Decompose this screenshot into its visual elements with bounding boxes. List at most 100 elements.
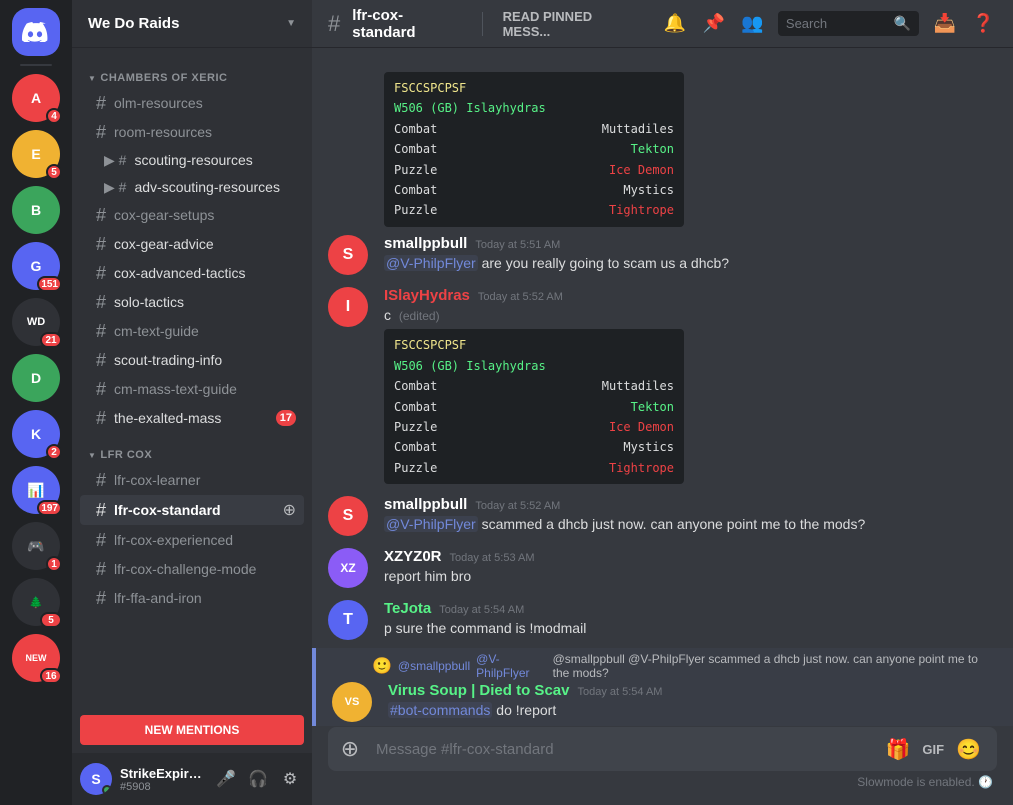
avatar-3: S bbox=[328, 496, 368, 536]
channel-olm-resources[interactable]: # olm-resources bbox=[80, 89, 304, 117]
message-group-2: I ISlayHydras Today at 5:52 AM c (edited… bbox=[312, 283, 1013, 488]
members-icon[interactable]: 👥 bbox=[739, 10, 766, 38]
reply-mention-smallpp[interactable]: @smallppbull bbox=[398, 659, 470, 673]
server-icon-9[interactable]: 🎮 1 bbox=[12, 522, 60, 570]
channel-solo-tactics[interactable]: # solo-tactics bbox=[80, 288, 304, 316]
message-time-2: Today at 5:52 AM bbox=[478, 291, 563, 303]
message-author-4: XZYZ0R bbox=[384, 548, 442, 565]
message-time-1: Today at 5:51 AM bbox=[475, 239, 560, 251]
category-lfr-cox[interactable]: ▼ LFR COX bbox=[72, 433, 312, 465]
hash-icon: # bbox=[96, 322, 106, 340]
server-icon-1[interactable]: A 4 bbox=[12, 74, 60, 122]
channel-the-exalted-mass[interactable]: # the-exalted-mass 17 bbox=[80, 404, 304, 432]
message-group-pre1: FSCCSPCPSF W506 (GB) Islayhydras Combat … bbox=[312, 64, 1013, 227]
message-header-4: XZYZ0R Today at 5:53 AM bbox=[384, 548, 997, 565]
help-icon[interactable]: ❓ bbox=[970, 10, 997, 38]
server-icon-7[interactable]: K 2 bbox=[12, 410, 60, 458]
new-mentions-button[interactable]: NEW MENTIONS bbox=[80, 715, 304, 745]
inbox-icon[interactable]: 📥 bbox=[931, 10, 958, 38]
avatar: S bbox=[80, 763, 112, 795]
embed-table-2: FSCCSPCPSF W506 (GB) Islayhydras Combat … bbox=[384, 329, 684, 484]
hash-icon: # bbox=[96, 471, 106, 489]
message-content-3: smallppbull Today at 5:52 AM @V-PhilpFly… bbox=[384, 496, 997, 536]
gif-icon[interactable]: GIF bbox=[918, 740, 948, 759]
server-name: We Do Raids bbox=[88, 15, 179, 32]
channel-cox-advanced-tactics[interactable]: # cox-advanced-tactics bbox=[80, 259, 304, 287]
main-content: # lfr-cox-standard READ PINNED MESS... 🔔… bbox=[312, 0, 1013, 805]
server-icon-8[interactable]: 📊 197 bbox=[12, 466, 60, 514]
mention-1[interactable]: @V-PhilpFlyer bbox=[384, 255, 478, 271]
channel-cm-text-guide[interactable]: # cm-text-guide bbox=[80, 317, 304, 345]
server-icon-2[interactable]: E 5 bbox=[12, 130, 60, 178]
add-member-icon[interactable]: ⊕ bbox=[283, 500, 296, 520]
hash-icon: # bbox=[96, 235, 106, 253]
mention-bot-commands[interactable]: #bot-commands bbox=[388, 702, 492, 718]
hash-icon: # bbox=[96, 351, 106, 369]
server-badge-7: 2 bbox=[46, 444, 62, 460]
channel-list: ▼ CHAMBERS OF XERIC # olm-resources # ro… bbox=[72, 48, 312, 715]
server-badge-4: 151 bbox=[37, 276, 62, 292]
channel-cm-mass-text-guide[interactable]: # cm-mass-text-guide bbox=[80, 375, 304, 403]
user-tag: #5908 bbox=[120, 781, 204, 793]
channel-adv-scouting-resources[interactable]: ▶ # adv-scouting-resources bbox=[80, 174, 304, 200]
bell-icon[interactable]: 🔔 bbox=[661, 10, 688, 38]
channel-lfr-cox-experienced[interactable]: # lfr-cox-experienced bbox=[80, 526, 304, 554]
gift-icon[interactable]: 🎁 bbox=[886, 737, 911, 762]
server-badge-5: 21 bbox=[40, 332, 62, 348]
message-group-6-wrapper: 🙂 @smallppbull @V-PhilpFlyer @smallppbul… bbox=[312, 648, 1013, 726]
message-text-2: c (edited) bbox=[384, 306, 997, 326]
message-group-1: S smallppbull Today at 5:51 AM @V-PhilpF… bbox=[312, 231, 1013, 279]
table-row: Combat Tekton bbox=[394, 139, 674, 159]
mention-3[interactable]: @V-PhilpFlyer bbox=[384, 516, 478, 532]
channel-lfr-cox-challenge-mode[interactable]: # lfr-cox-challenge-mode bbox=[80, 555, 304, 583]
message-content-2: ISlayHydras Today at 5:52 AM c (edited) … bbox=[384, 287, 997, 484]
server-icon-10[interactable]: 🌲 5 bbox=[12, 578, 60, 626]
settings-icon[interactable]: ⚙ bbox=[276, 765, 304, 793]
search-input[interactable] bbox=[786, 16, 886, 31]
search-bar[interactable]: 🔍 bbox=[778, 11, 919, 36]
server-icon-3[interactable]: B bbox=[12, 186, 60, 234]
table-row: FSCCSPCPSF bbox=[394, 78, 674, 98]
avatar-5: T bbox=[328, 600, 368, 640]
channel-scout-trading-info[interactable]: # scout-trading-info bbox=[80, 346, 304, 374]
headphone-icon[interactable]: 🎧 bbox=[244, 765, 272, 793]
read-pinned-button[interactable]: READ PINNED MESS... bbox=[503, 9, 638, 39]
search-icon: 🔍 bbox=[894, 15, 911, 32]
channel-sidebar: We Do Raids ▼ ▼ CHAMBERS OF XERIC # olm-… bbox=[72, 0, 312, 805]
server-badge-9: 1 bbox=[46, 556, 62, 572]
online-status-dot bbox=[102, 785, 112, 795]
table-row: Puzzle Tightrope bbox=[394, 200, 674, 220]
server-icon-5[interactable]: WD 21 bbox=[12, 298, 60, 346]
user-info: StrikeExpiry... #5908 bbox=[120, 766, 204, 793]
add-attachment-button[interactable]: ⊕ bbox=[332, 731, 368, 767]
message-input-area: ⊕ 🎁 GIF 😊 Slowmode is enabled. 🕐 bbox=[312, 727, 1013, 805]
channel-cox-gear-setups[interactable]: # cox-gear-setups bbox=[80, 201, 304, 229]
server-name-bar[interactable]: We Do Raids ▼ bbox=[72, 0, 312, 48]
channel-hash-icon: # bbox=[328, 11, 340, 37]
microphone-icon[interactable]: 🎤 bbox=[212, 765, 240, 793]
server-icon-4[interactable]: G 151 bbox=[12, 242, 60, 290]
hash-icon: # bbox=[96, 531, 106, 549]
emoji-picker-icon[interactable]: 😊 bbox=[956, 737, 981, 762]
channel-cox-gear-advice[interactable]: # cox-gear-advice bbox=[80, 230, 304, 258]
chevron-down-icon: ▼ bbox=[286, 18, 296, 29]
channel-lfr-cox-learner[interactable]: # lfr-cox-learner bbox=[80, 466, 304, 494]
input-icons: 🎁 GIF 😊 bbox=[886, 737, 981, 762]
server-icon-6[interactable]: D bbox=[12, 354, 60, 402]
server-icon-new[interactable]: NEW 16 bbox=[12, 634, 60, 682]
channel-room-resources[interactable]: # room-resources bbox=[80, 118, 304, 146]
hash-icon: # bbox=[96, 293, 106, 311]
channel-lfr-ffa-and-iron[interactable]: # lfr-ffa-and-iron bbox=[80, 584, 304, 612]
channel-scouting-resources[interactable]: ▶ # scouting-resources bbox=[80, 147, 304, 173]
message-input[interactable] bbox=[376, 729, 878, 770]
pin-icon[interactable]: 📌 bbox=[700, 10, 727, 38]
channel-lfr-cox-standard[interactable]: # lfr-cox-standard ⊕ bbox=[80, 495, 304, 525]
avatar-1: S bbox=[328, 235, 368, 275]
avatar-6: VS bbox=[332, 682, 372, 722]
channel-badge-exalted: 17 bbox=[276, 410, 296, 426]
category-chambers[interactable]: ▼ CHAMBERS OF XERIC bbox=[72, 56, 312, 88]
reply-bar: 🙂 @smallppbull @V-PhilpFlyer @smallppbul… bbox=[316, 648, 1013, 680]
user-area: S StrikeExpiry... #5908 🎤 🎧 ⚙ bbox=[72, 753, 312, 805]
home-button[interactable] bbox=[12, 8, 60, 56]
message-group-3: S smallppbull Today at 5:52 AM @V-PhilpF… bbox=[312, 492, 1013, 540]
